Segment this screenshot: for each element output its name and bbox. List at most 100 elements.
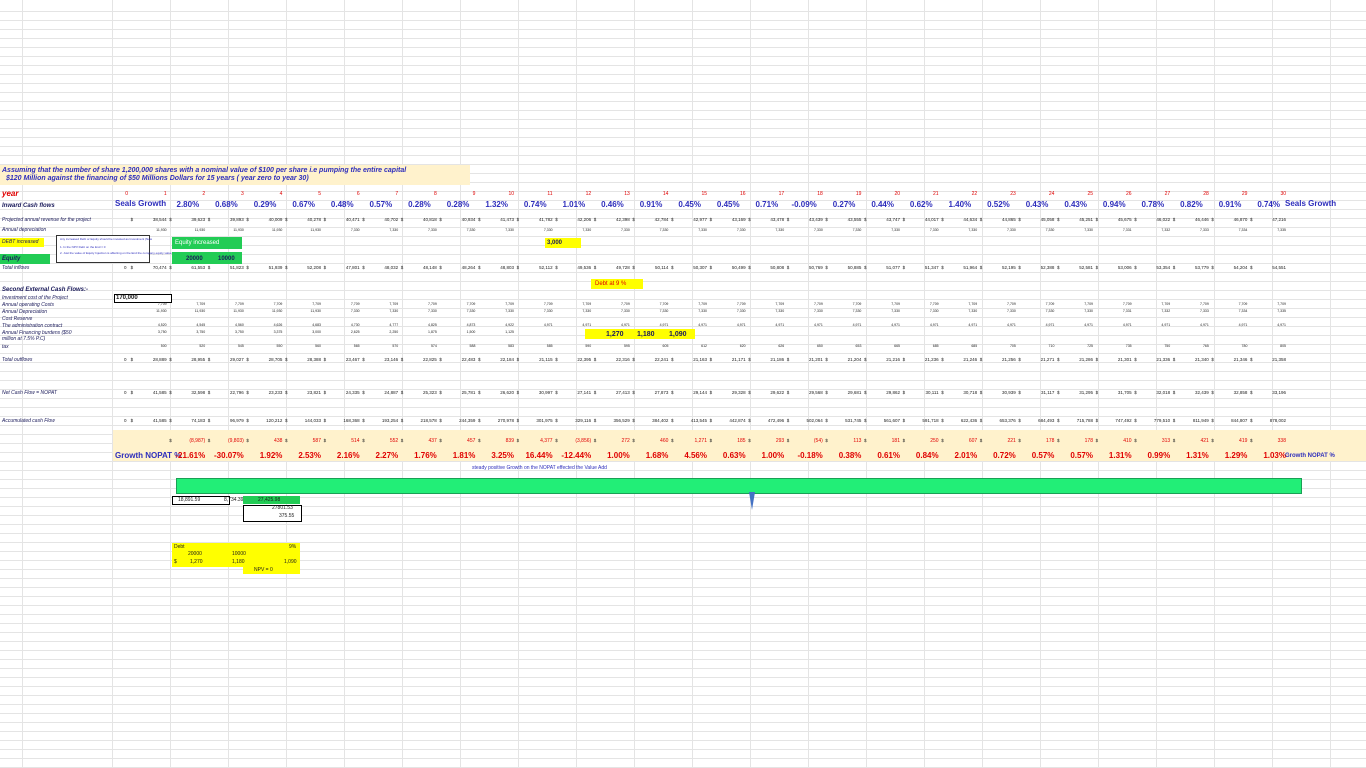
depreciation-value: 7,330 xyxy=(389,228,399,232)
operating-value: 7,709 xyxy=(582,302,592,306)
growth-nopat-pct: 1.00% xyxy=(761,451,785,460)
depreciation2-value: 11,930 xyxy=(156,309,167,313)
year-number: 3 xyxy=(241,191,244,197)
growth-nopat-value: 607 xyxy=(968,438,978,444)
seals-growth-value: 0.29% xyxy=(253,200,277,209)
admin-value: 4,971 xyxy=(891,323,900,327)
accumulated-value: 193,254 xyxy=(381,418,399,423)
currency-symbol: $ xyxy=(555,265,558,270)
revenue-value: 44,017 xyxy=(924,217,939,222)
nopat-value: 30,718 xyxy=(963,390,978,395)
total-inflow-value: 53,006 xyxy=(1117,265,1132,270)
nopat-value: 27,141 xyxy=(577,390,592,395)
depreciation-value: 7,330 xyxy=(736,228,746,232)
currency-symbol: $ xyxy=(864,390,867,395)
tax-value: 765 xyxy=(1202,344,1209,348)
admin-value: 4,971 xyxy=(698,323,707,327)
growth-nopat-pct: 2.01% xyxy=(954,451,978,460)
seals-growth-value: 0.71% xyxy=(755,200,779,209)
total-outflow-value: 28,889 xyxy=(152,357,167,362)
debt-table-rate: 9% xyxy=(289,544,297,550)
growth-nopat-pct: 1.68% xyxy=(645,451,669,460)
growth-nopat-label-right: Growth NOPAT % xyxy=(1285,453,1335,459)
revenue-value: 42,784 xyxy=(654,217,669,222)
tax-value: 725 xyxy=(1087,344,1093,348)
depreciation-value: 7,330 xyxy=(350,228,360,232)
summary-value-5: 375.55 xyxy=(279,513,295,519)
zero-value: 0 xyxy=(124,390,127,395)
growth-nopat-pct: 1.00% xyxy=(607,451,630,460)
admin-contract-label: The administration contract xyxy=(2,323,63,329)
currency-symbol: $ xyxy=(709,357,713,362)
financing-value: 1,125 xyxy=(505,330,514,334)
depreciation2-value: 7,330 xyxy=(505,309,514,313)
currency-symbol: $ xyxy=(246,357,249,362)
currency-symbol: $ xyxy=(285,390,288,395)
currency-symbol: $ xyxy=(864,438,867,443)
growth-nopat-value: 178 xyxy=(1084,438,1093,444)
nopat-value: 29,681 xyxy=(847,390,862,395)
admin-value: 4,971 xyxy=(1238,323,1248,327)
steady-growth-note: steady positive Growth on the NOPAT effe… xyxy=(472,465,607,471)
currency-symbol: $ xyxy=(478,438,481,443)
debt-note-line1: Any increased Debt or Equity should be i… xyxy=(60,237,153,241)
accumulated-value: 502,064 xyxy=(806,418,823,423)
total-outflow-value: 21,204 xyxy=(847,357,862,362)
revenue-value: 43,478 xyxy=(770,217,785,222)
total-outflow-value: 21,358 xyxy=(1272,357,1286,362)
revenue-value: 43,169 xyxy=(731,217,746,222)
currency-symbol: $ xyxy=(593,357,597,362)
growth-nopat-pct: 2.16% xyxy=(336,451,360,460)
total-inflow-value: 61,553 xyxy=(191,265,206,270)
admin-value: 4,971 xyxy=(1045,323,1055,327)
total-outflow-value: 21,163 xyxy=(693,357,707,362)
annual-operating-label: Annual operating Costs xyxy=(2,302,54,308)
total-inflow-value: 50,808 xyxy=(770,265,785,270)
total-outflow-value: 22,316 xyxy=(616,357,630,362)
year-number: 11 xyxy=(547,191,553,197)
currency-symbol: $ xyxy=(478,357,481,362)
revenue-value: 45,058 xyxy=(1040,217,1055,222)
year-number: 1 xyxy=(163,191,167,197)
seals-growth-value: 0.74% xyxy=(1257,200,1280,209)
nopat-value: 24,335 xyxy=(345,390,360,395)
year-number: 26 xyxy=(1126,191,1132,197)
year-number: 16 xyxy=(740,191,746,197)
currency-symbol: $ xyxy=(516,217,520,222)
nopat-value: 23,233 xyxy=(268,390,283,395)
nopat-value: 32,439 xyxy=(1195,390,1209,395)
admin-value: 4,971 xyxy=(543,323,553,327)
seals-growth-value: 0.67% xyxy=(292,200,315,209)
growth-nopat-pct: 1.81% xyxy=(452,451,476,460)
operating-value: 7,709 xyxy=(273,302,283,306)
investment-cost-value: 170,000 xyxy=(116,295,138,301)
assumption-note-line2: $120 Million against the financing of $5… xyxy=(6,175,309,182)
admin-value: 4,825 xyxy=(428,323,437,327)
accumulated-value: 218,578 xyxy=(420,418,437,423)
nopat-value: 29,328 xyxy=(731,390,746,395)
total-inflow-value: 50,499 xyxy=(731,265,746,270)
growth-nopat-value: 1,271 xyxy=(694,438,707,444)
tax-value: 620 xyxy=(739,344,746,348)
operating-value: 7,709 xyxy=(852,302,862,306)
accumulated-value: 270,978 xyxy=(497,418,514,423)
depreciation2-value: 7,335 xyxy=(1277,309,1286,313)
accumulated-value: 715,788 xyxy=(1076,418,1093,423)
nopat-value: 29,862 xyxy=(886,390,900,395)
revenue-value: 44,865 xyxy=(1002,217,1016,222)
currency-symbol: $ xyxy=(902,390,906,395)
currency-symbol: $ xyxy=(1134,438,1137,443)
tax-value: 665 xyxy=(894,344,900,348)
year-number: 15 xyxy=(701,191,707,197)
year-number: 24 xyxy=(1048,191,1055,197)
currency-symbol: $ xyxy=(516,265,520,270)
depreciation-value: 7,330 xyxy=(1007,228,1016,232)
nopat-value: 30,111 xyxy=(925,390,939,395)
financing-value: 3,750 xyxy=(196,330,206,334)
total-inflow-value: 50,307 xyxy=(693,265,707,270)
depreciation2-value: 11,930 xyxy=(194,309,206,313)
accumulated-value: 384,402 xyxy=(652,418,669,423)
currency-symbol: $ xyxy=(941,418,944,423)
growth-nopat-value: (54) xyxy=(813,438,823,444)
growth-nopat-pct: 0.57% xyxy=(1070,451,1093,460)
